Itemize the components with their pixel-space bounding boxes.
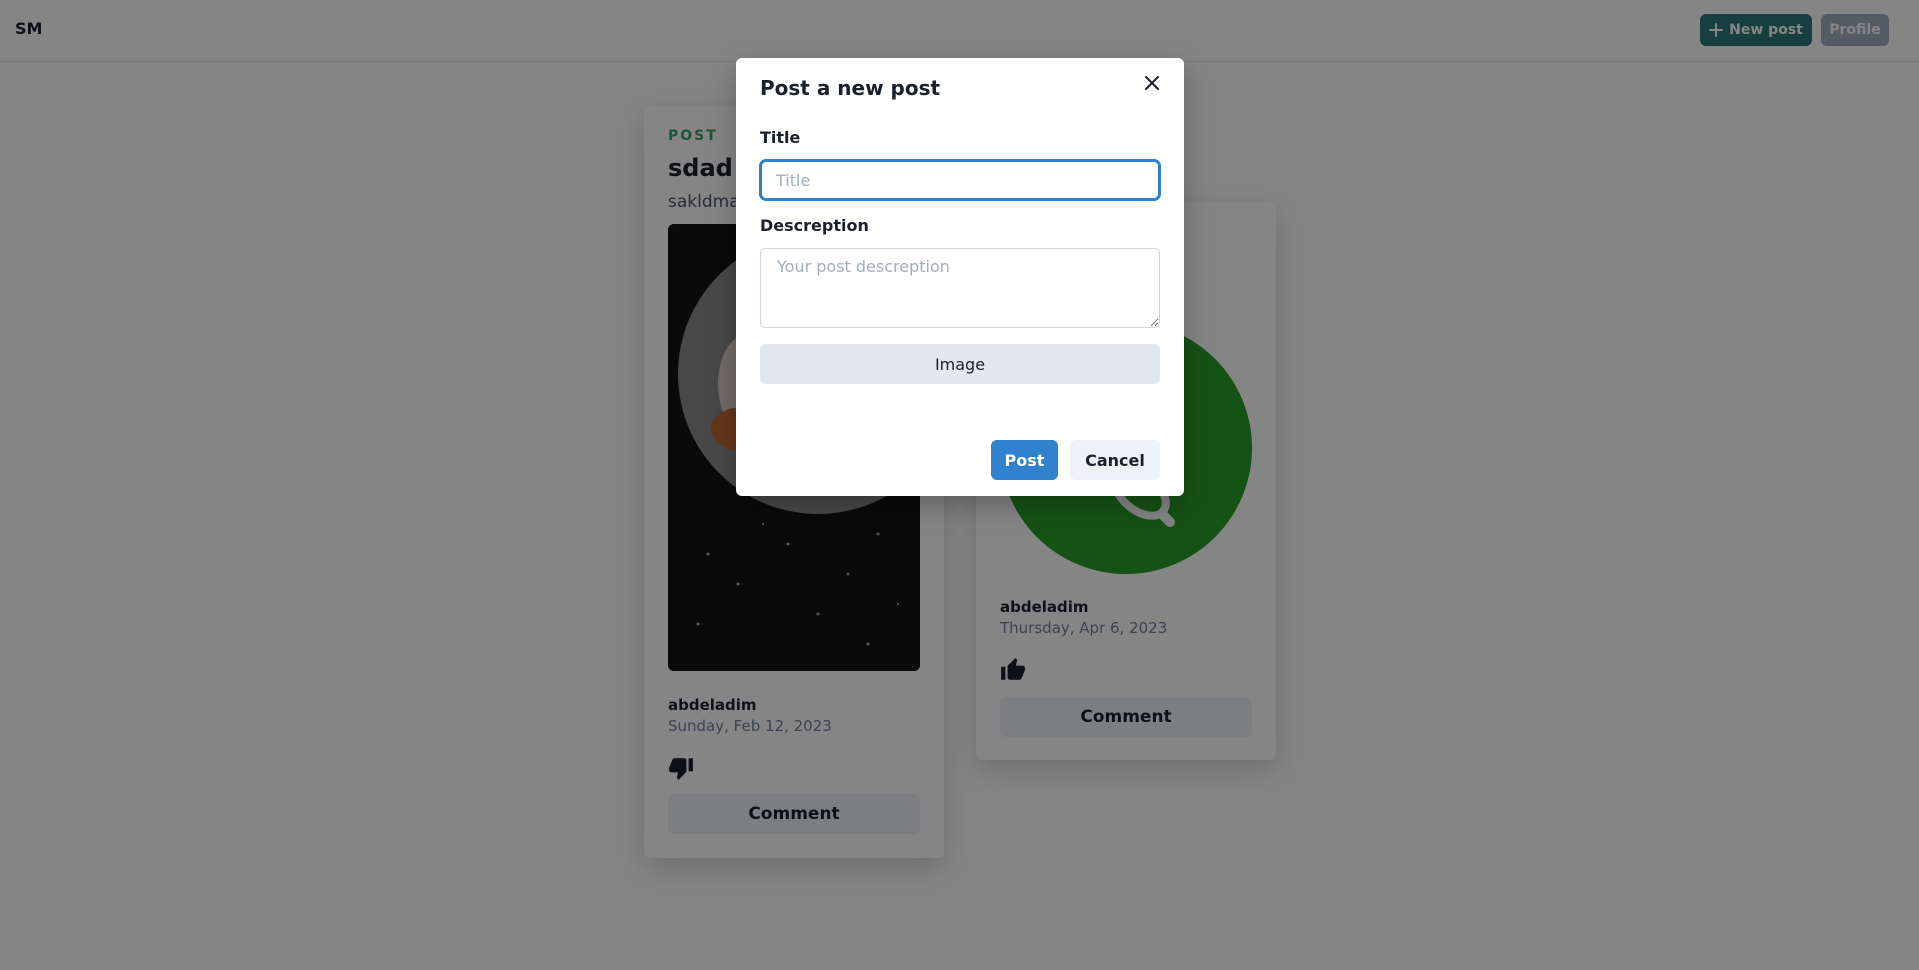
close-icon[interactable] [1139, 70, 1165, 96]
description-label: Descreption [760, 216, 869, 235]
image-upload-button[interactable]: Image [760, 344, 1160, 384]
title-input[interactable] [760, 160, 1160, 200]
cancel-button[interactable]: Cancel [1070, 440, 1160, 480]
modal-title: Post a new post [760, 76, 941, 100]
title-label: Title [760, 128, 801, 147]
new-post-modal: Post a new post Title Descreption Image … [736, 58, 1184, 496]
post-button[interactable]: Post [991, 440, 1058, 480]
description-textarea[interactable] [760, 248, 1160, 328]
